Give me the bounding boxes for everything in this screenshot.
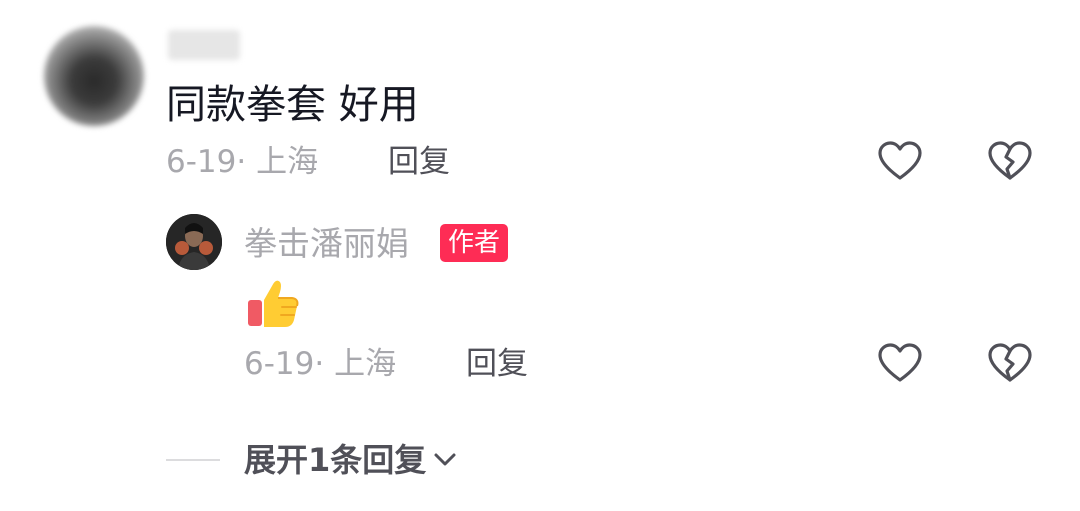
broken-heart-icon [988,343,1032,382]
broken-heart-icon [988,141,1032,180]
comment-meta: 6-19· 上海 [166,142,318,182]
commenter-avatar[interactable] [44,26,144,126]
author-name[interactable]: 拳击潘丽娟 [244,222,409,266]
thumbs-up-emoji [246,276,302,332]
expand-divider [166,459,220,461]
reply-meta: 6-19· 上海 [244,344,396,384]
comment-like-button[interactable] [876,138,924,186]
heart-outline-icon [878,141,922,180]
author-avatar[interactable] [166,214,222,270]
reply-location: 上海 [334,346,397,382]
comment-meta-separator: · [236,144,247,180]
commenter-username-blurred[interactable] [168,30,240,60]
reply-date: 6-19 [244,346,315,382]
comment-text: 同款拳套 好用 [166,82,419,128]
author-badge: 作者 [440,224,509,262]
author-avatar-image [166,214,222,270]
expand-replies-button[interactable]: 展开1条回复 [244,438,460,482]
reply-like-button[interactable] [876,340,924,388]
reply-dislike-button[interactable] [986,340,1034,388]
comment-date: 6-19 [166,144,237,180]
expand-replies-label: 展开1条回复 [244,441,427,479]
chevron-down-icon [434,453,456,466]
comment-dislike-button[interactable] [986,138,1034,186]
comment-location: 上海 [256,144,319,180]
reply-reply-button[interactable]: 回复 [466,344,528,384]
reply-meta-separator: · [314,346,325,382]
heart-outline-icon [878,343,922,382]
comment-reply-button[interactable]: 回复 [388,142,450,182]
